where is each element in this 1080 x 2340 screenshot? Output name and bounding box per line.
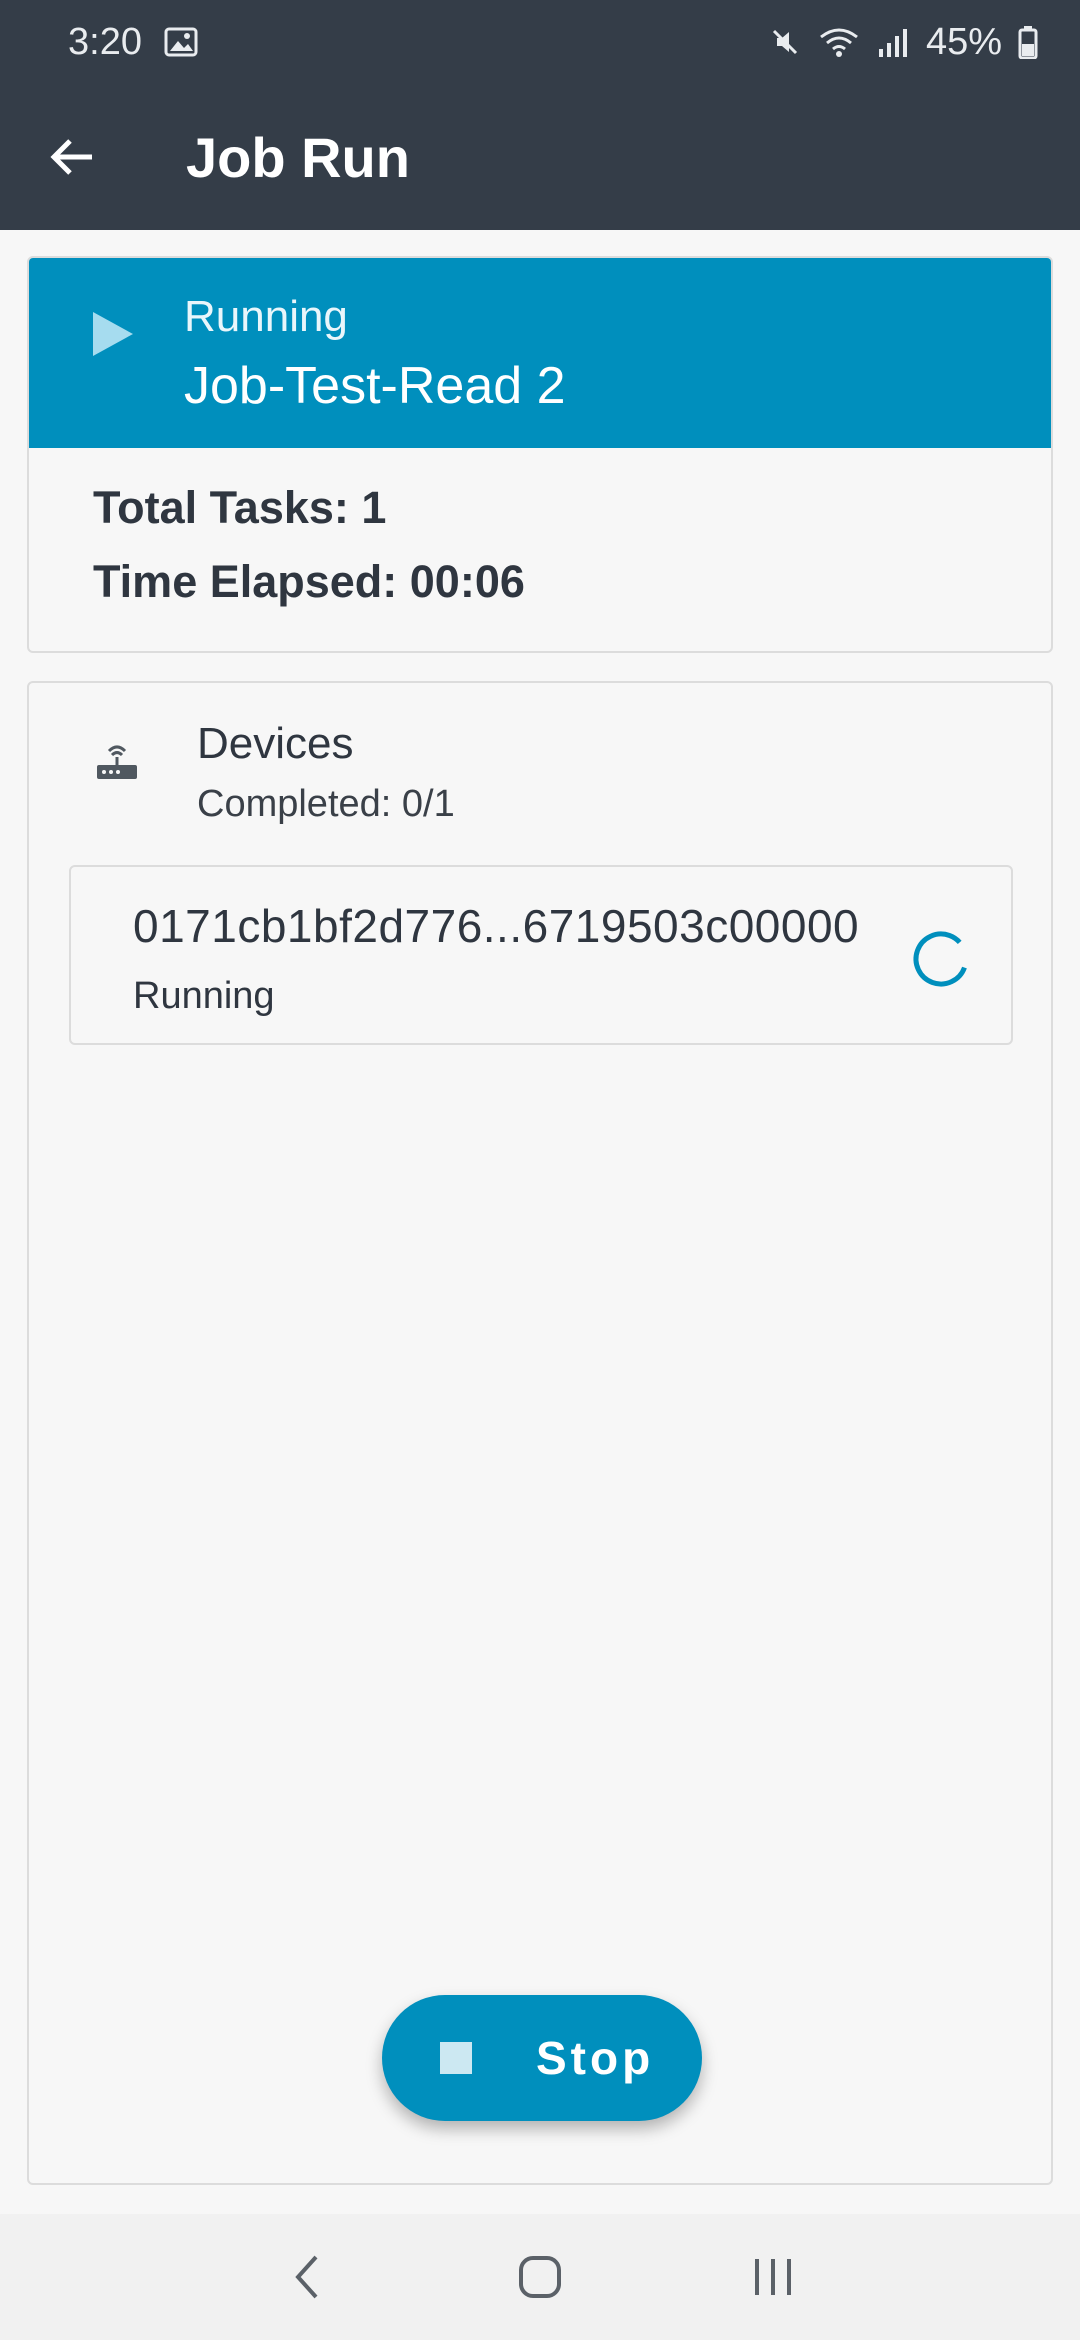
app-bar: Job Run	[0, 84, 1080, 230]
image-icon	[164, 27, 198, 57]
job-header: Running Job-Test-Read 2	[29, 258, 1051, 448]
home-icon	[518, 2256, 561, 2298]
job-status: Running	[184, 292, 348, 341]
time-elapsed: Time Elapsed: 00:06	[93, 556, 525, 607]
job-card: Running Job-Test-Read 2 Total Tasks: 1 T…	[27, 256, 1053, 653]
job-stats: Total Tasks: 1 Time Elapsed: 00:06	[29, 448, 1051, 630]
job-name: Job-Test-Read 2	[184, 357, 566, 415]
chevron-left-icon	[294, 2255, 318, 2299]
nav-home-button[interactable]	[495, 2232, 585, 2322]
battery-icon	[1018, 25, 1038, 59]
wifi-icon	[818, 25, 860, 59]
device-list-item[interactable]: 0171cb1bf2d776...6719503c00000 Running	[69, 865, 1013, 1045]
device-state: Running	[133, 975, 275, 1017]
status-bar: 3:20 45%	[0, 0, 1080, 84]
router-icon	[97, 745, 137, 779]
loading-spinner-icon	[913, 931, 969, 987]
stop-button-label: Stop	[536, 2032, 655, 2084]
arrow-left-icon	[50, 139, 92, 175]
device-id: 0171cb1bf2d776...6719503c00000	[133, 900, 860, 952]
nav-recents-button[interactable]	[728, 2232, 818, 2322]
devices-title: Devices	[197, 719, 354, 768]
system-navigation-bar	[0, 2214, 1080, 2340]
play-icon	[93, 312, 133, 356]
battery-level: 45%	[925, 20, 1002, 63]
stop-icon	[440, 2042, 472, 2074]
devices-card: Devices Completed: 0/1 0171cb1bf2d776...…	[27, 681, 1053, 2185]
back-button[interactable]	[32, 117, 112, 197]
devices-completed: Completed: 0/1	[197, 783, 455, 825]
mute-icon	[768, 25, 802, 59]
nav-back-button[interactable]	[262, 2232, 352, 2322]
top-bar: 3:20 45% Job Run	[0, 0, 1080, 230]
recents-icon	[755, 2259, 792, 2295]
signal-icon	[876, 25, 910, 59]
status-time: 3:20	[68, 20, 142, 63]
total-tasks: Total Tasks: 1	[93, 482, 387, 533]
stop-button[interactable]: Stop	[382, 1995, 702, 2121]
page-title: Job Run	[186, 125, 410, 189]
